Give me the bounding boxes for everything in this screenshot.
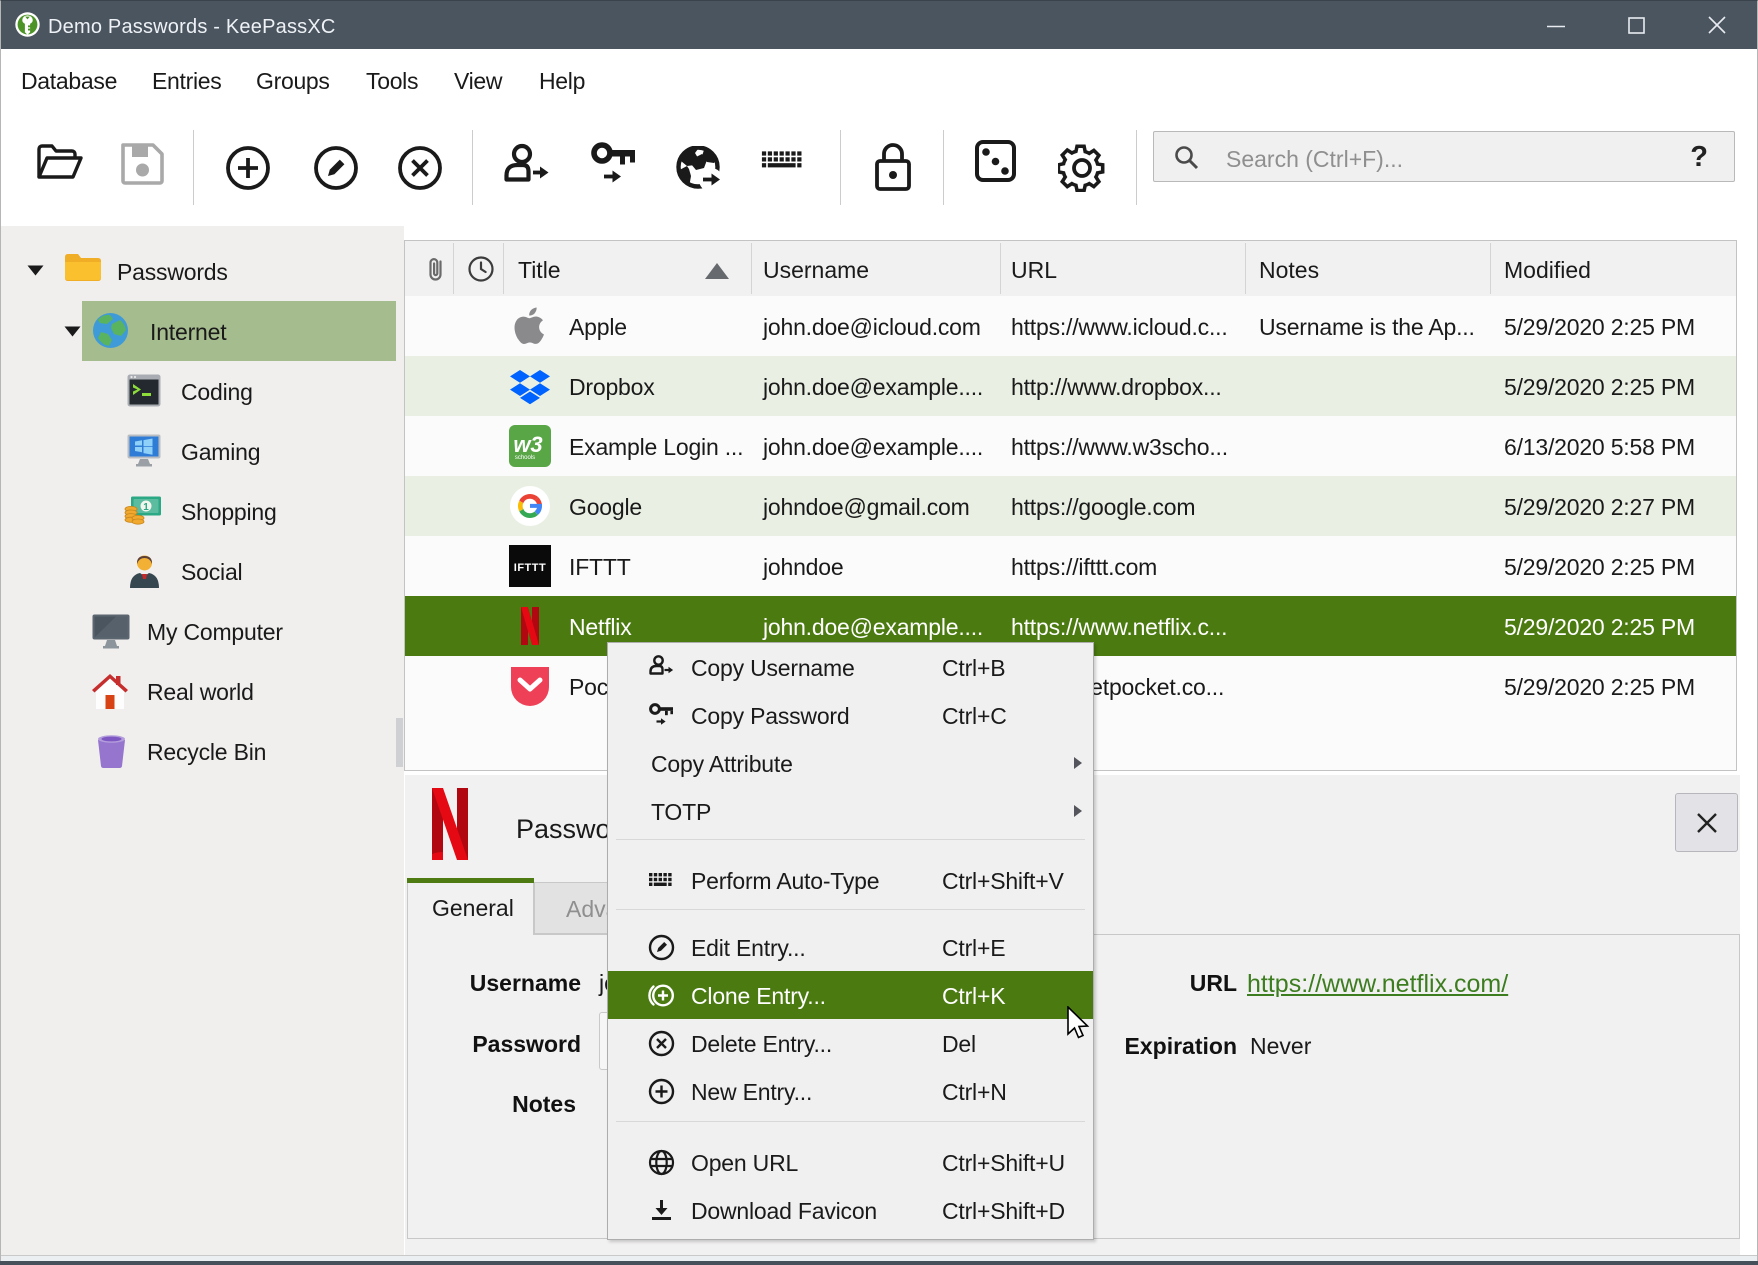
svg-text:1: 1	[143, 502, 149, 513]
svg-text:w3: w3	[513, 432, 542, 457]
svg-text:IFTTT: IFTTT	[514, 562, 546, 574]
svg-text:schools: schools	[515, 455, 535, 461]
